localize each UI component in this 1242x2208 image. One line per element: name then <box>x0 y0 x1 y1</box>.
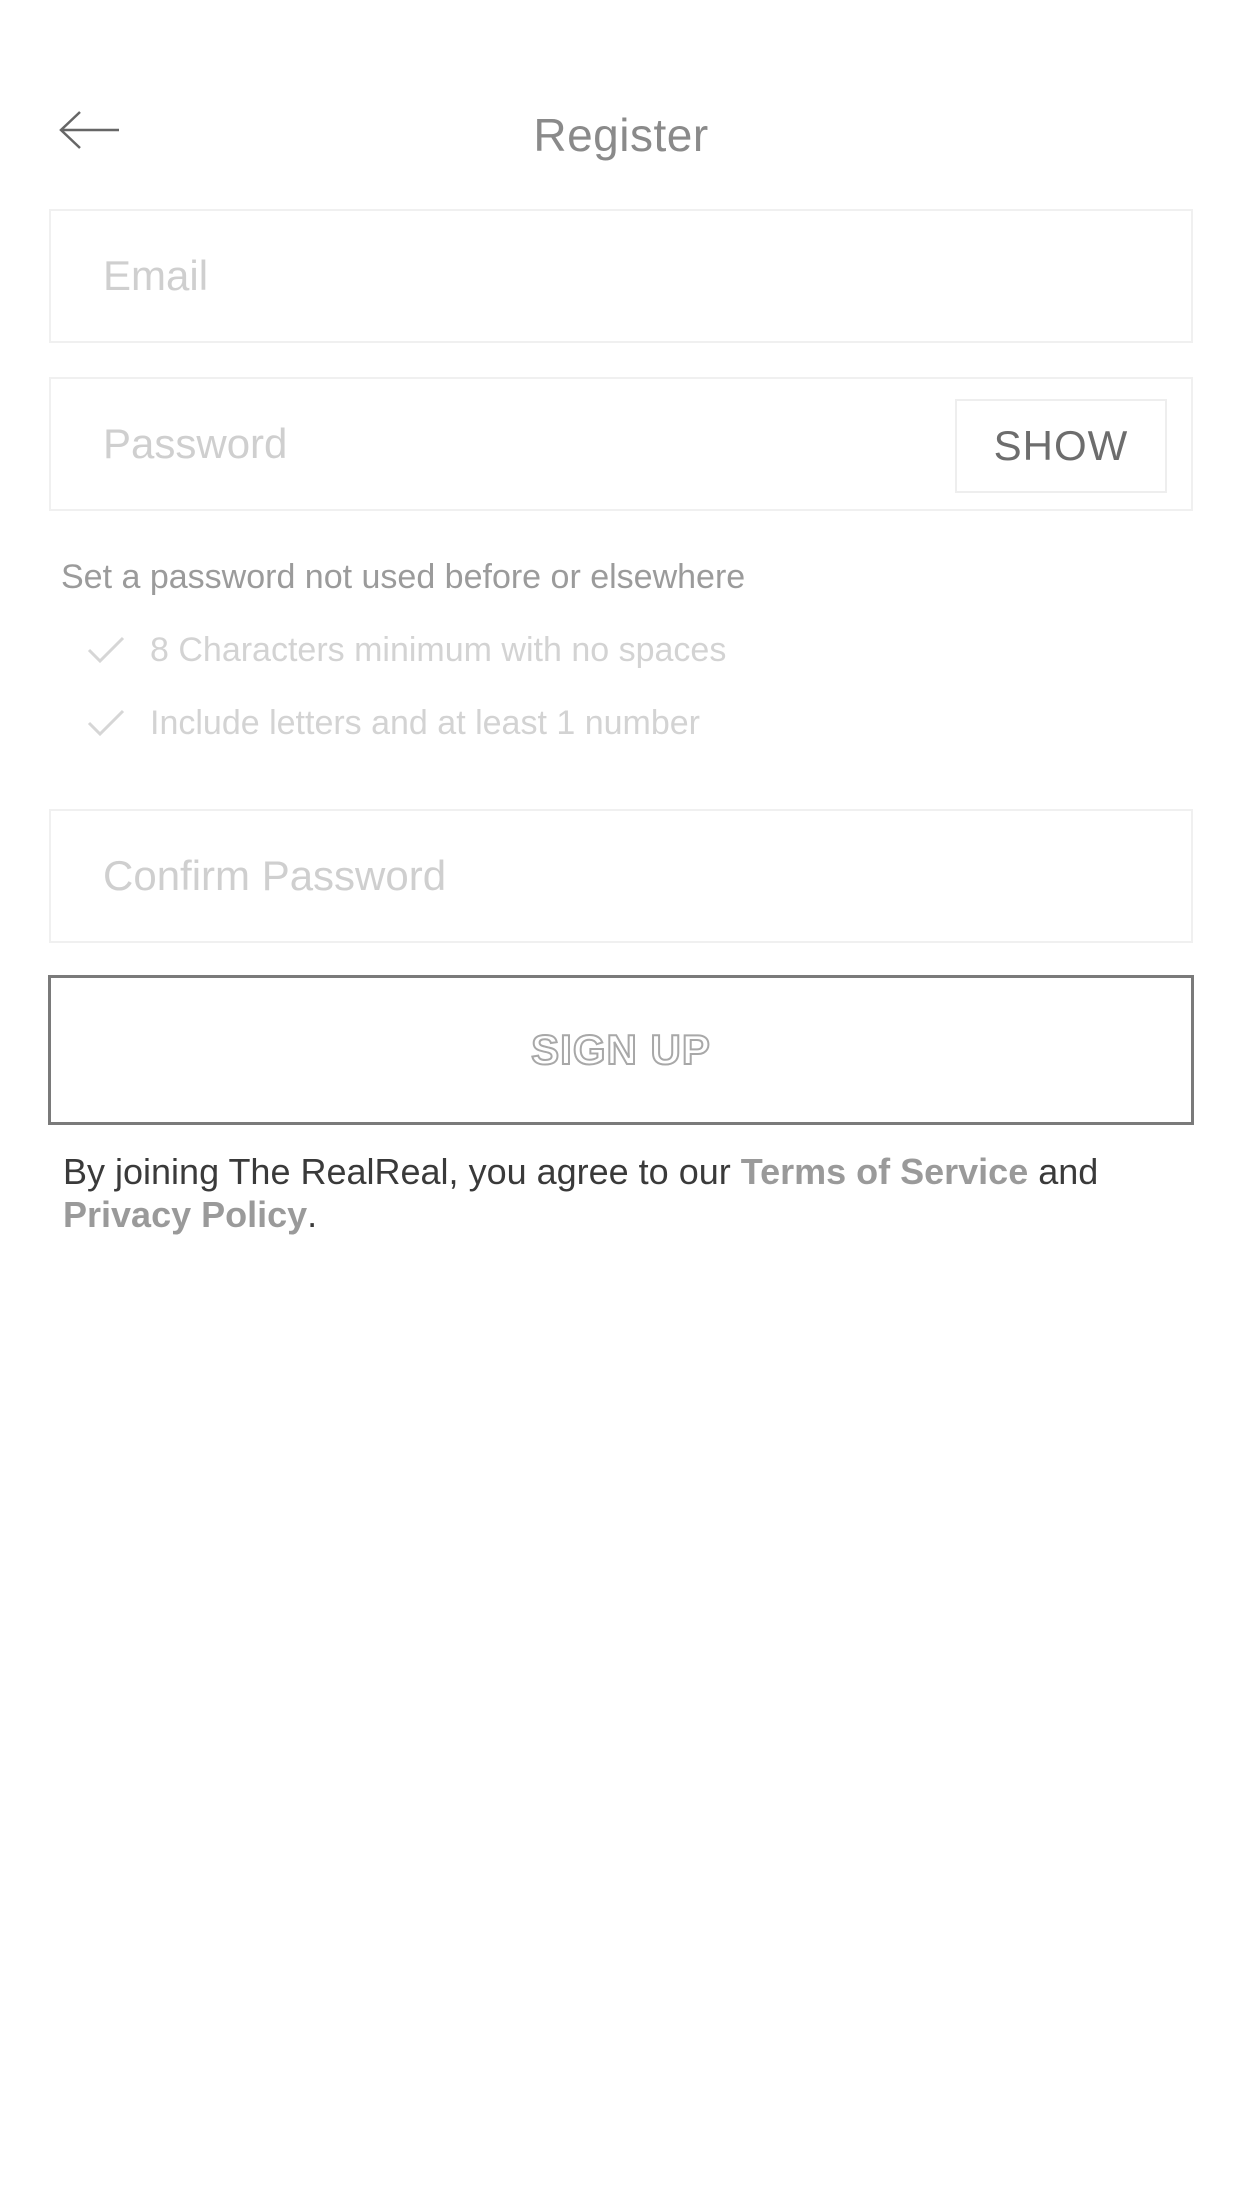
password-field[interactable] <box>103 379 963 509</box>
legal-prefix: By joining The RealReal, you agree to ou… <box>63 1151 741 1192</box>
privacy-policy-link[interactable]: Privacy Policy <box>63 1194 307 1235</box>
password-rule-length: 8 Characters minimum with no spaces <box>86 630 726 670</box>
email-field-container <box>49 209 1193 343</box>
confirm-password-field-container <box>49 809 1193 943</box>
legal-connector: and <box>1028 1151 1099 1192</box>
password-rule-label: Include letters and at least 1 number <box>150 703 700 742</box>
page-title: Register <box>533 109 709 161</box>
legal-suffix: . <box>307 1194 318 1235</box>
confirm-password-field[interactable] <box>103 811 963 941</box>
header: Register <box>0 60 1242 190</box>
check-icon <box>86 630 126 670</box>
password-hint-title: Set a password not used before or elsewh… <box>61 558 746 596</box>
legal-text: By joining The RealReal, you agree to ou… <box>63 1150 1173 1236</box>
email-field[interactable] <box>103 211 963 341</box>
show-password-button[interactable]: SHOW <box>955 399 1167 493</box>
password-rule-label: 8 Characters minimum with no spaces <box>150 630 727 669</box>
password-rule-letters-number: Include letters and at least 1 number <box>86 703 700 743</box>
sign-up-button[interactable]: SIGN UP <box>48 975 1194 1125</box>
check-icon <box>86 703 126 743</box>
terms-of-service-link[interactable]: Terms of Service <box>741 1151 1028 1192</box>
password-field-container: SHOW <box>49 377 1193 511</box>
